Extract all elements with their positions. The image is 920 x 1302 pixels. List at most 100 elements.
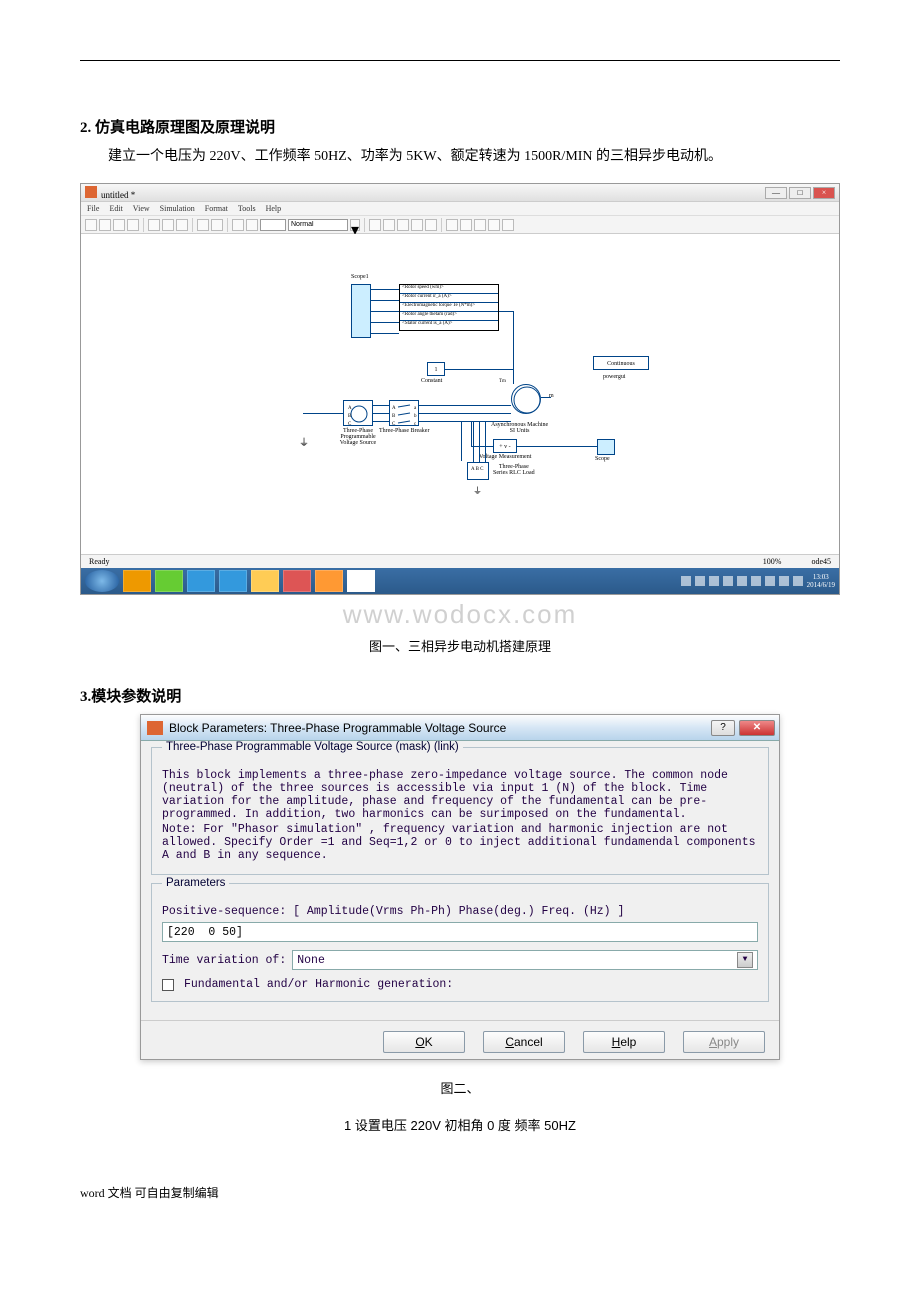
cut-icon[interactable] — [148, 219, 160, 231]
stop-icon[interactable] — [246, 219, 258, 231]
toolbar-icon-j[interactable] — [502, 219, 514, 231]
powergui-block[interactable]: Continuous — [593, 356, 649, 370]
voltage-source-block[interactable]: ABC — [343, 400, 373, 426]
watermark: www.wodocx.com — [80, 599, 840, 630]
close-button[interactable]: × — [813, 187, 835, 199]
dialog-icon — [147, 721, 163, 735]
constant-block[interactable]: 1 — [427, 362, 445, 376]
svg-text:C: C — [348, 422, 352, 427]
taskbar-app-8[interactable] — [347, 570, 375, 592]
taskbar-app-7[interactable] — [315, 570, 343, 592]
parameters-group: Parameters Positive-sequence: [ Amplitud… — [151, 883, 769, 1002]
copy-icon[interactable] — [162, 219, 174, 231]
dropdown-icon[interactable]: ▾ — [350, 219, 360, 231]
menu-help[interactable]: Help — [266, 204, 282, 213]
toolbar-icon-i[interactable] — [488, 219, 500, 231]
taskbar-clock[interactable]: 13:03 2014/6/19 — [807, 573, 835, 590]
clock-date: 2014/6/19 — [807, 581, 835, 589]
figure-2-subcaption: 1 设置电压 220V 初相角 0 度 频率 50HZ — [80, 1115, 840, 1134]
figure-2-caption: 图二、 — [80, 1078, 840, 1097]
tray-icon-8[interactable] — [779, 576, 789, 586]
dialog-title: Block Parameters: Three-Phase Programmab… — [169, 721, 506, 735]
tray-icon-2[interactable] — [695, 576, 705, 586]
rlc-load-block[interactable]: A B C — [467, 462, 489, 480]
timevar-select[interactable]: None ▼ — [292, 950, 758, 970]
simmode-select[interactable] — [288, 219, 348, 231]
taskbar-app-4[interactable] — [219, 570, 247, 592]
windows-taskbar: 13:03 2014/6/19 — [81, 568, 839, 594]
taskbar-app-1[interactable] — [123, 570, 151, 592]
tray-icon-7[interactable] — [765, 576, 775, 586]
menu-edit[interactable]: Edit — [109, 204, 122, 213]
redo-icon[interactable] — [211, 219, 223, 231]
toolbar-icon-c[interactable] — [397, 219, 409, 231]
svg-text:a: a — [414, 406, 417, 411]
tray-icon-1[interactable] — [681, 576, 691, 586]
clock-time: 13:03 — [807, 573, 835, 581]
mask-title: Three-Phase Programmable Voltage Source … — [162, 741, 463, 753]
help-icon-button[interactable]: ? — [711, 720, 735, 736]
play-icon[interactable] — [232, 219, 244, 231]
bus-selector[interactable]: <Rotor speed (wm)> <Rotor current ir_a (… — [399, 284, 499, 331]
toolbar-icon-a[interactable] — [369, 219, 381, 231]
scope-block[interactable] — [597, 439, 615, 455]
bus-signal-0: <Rotor speed (wm)> — [400, 285, 498, 294]
open-icon[interactable] — [99, 219, 111, 231]
mask-description-group: Three-Phase Programmable Voltage Source … — [151, 747, 769, 875]
vm-label: Voltage Measurement — [479, 454, 531, 460]
taskbar-app-5[interactable] — [251, 570, 279, 592]
toolbar-icon-f[interactable] — [446, 219, 458, 231]
ok-button[interactable]: OK — [383, 1031, 465, 1053]
async-machine-block[interactable] — [511, 384, 541, 414]
simulink-icon — [85, 186, 97, 198]
section-2-heading: 2. 仿真电路原理图及原理说明 — [80, 116, 840, 137]
menu-format[interactable]: Format — [205, 204, 228, 213]
help-button[interactable]: Help — [583, 1031, 665, 1053]
tray-icon-4[interactable] — [723, 576, 733, 586]
print-icon[interactable] — [127, 219, 139, 231]
load-ground-icon: ⏚ — [473, 484, 482, 497]
figure-1-caption: 图一、三相异步电动机搭建原理 — [80, 636, 840, 655]
tray-icon-6[interactable] — [751, 576, 761, 586]
menu-file[interactable]: File — [87, 204, 99, 213]
stoptime-input[interactable] — [260, 219, 286, 231]
scope1-block[interactable] — [351, 284, 371, 338]
start-button[interactable] — [85, 570, 119, 592]
minimize-button[interactable]: — — [765, 187, 787, 199]
breaker-block[interactable]: AaBbCc — [389, 400, 419, 426]
cancel-button[interactable]: Cancel — [483, 1031, 565, 1053]
mask-desc-1: This block implements a three-phase zero… — [162, 769, 758, 821]
save-icon[interactable] — [113, 219, 125, 231]
menu-tools[interactable]: Tools — [238, 204, 256, 213]
maximize-button[interactable]: □ — [789, 187, 811, 199]
apply-button[interactable]: Apply — [683, 1031, 765, 1053]
harmonic-checkbox[interactable] — [162, 979, 174, 991]
menu-view[interactable]: View — [133, 204, 150, 213]
taskbar-app-2[interactable] — [155, 570, 183, 592]
simulink-statusbar: Ready 100% ode45 — [81, 554, 839, 568]
taskbar-app-3[interactable] — [187, 570, 215, 592]
block-parameters-dialog: Block Parameters: Three-Phase Programmab… — [140, 714, 780, 1060]
simulink-canvas[interactable]: Scope1 <Rotor speed (wm)> <Rotor current… — [81, 234, 839, 554]
voltage-measurement-block[interactable]: + v - — [493, 439, 517, 453]
posseq-input[interactable] — [162, 922, 758, 942]
taskbar-app-6[interactable] — [283, 570, 311, 592]
new-icon[interactable] — [85, 219, 97, 231]
toolbar-icon-d[interactable] — [411, 219, 423, 231]
page-footer: word 文档 可自由复制编辑 — [80, 1184, 840, 1201]
async-machine-label: Asynchronous MachineSI Units — [491, 422, 548, 434]
ground-icon: ⏚ — [299, 434, 309, 449]
chevron-down-icon: ▼ — [737, 952, 753, 968]
menu-simulation[interactable]: Simulation — [160, 204, 195, 213]
toolbar-icon-h[interactable] — [474, 219, 486, 231]
paste-icon[interactable] — [176, 219, 188, 231]
page-top-rule — [80, 60, 840, 61]
tray-icon-9[interactable] — [793, 576, 803, 586]
tray-icon-3[interactable] — [709, 576, 719, 586]
tray-icon-5[interactable] — [737, 576, 747, 586]
toolbar-icon-b[interactable] — [383, 219, 395, 231]
undo-icon[interactable] — [197, 219, 209, 231]
dialog-close-button[interactable]: ✕ — [739, 720, 775, 736]
toolbar-icon-e[interactable] — [425, 219, 437, 231]
toolbar-icon-g[interactable] — [460, 219, 472, 231]
